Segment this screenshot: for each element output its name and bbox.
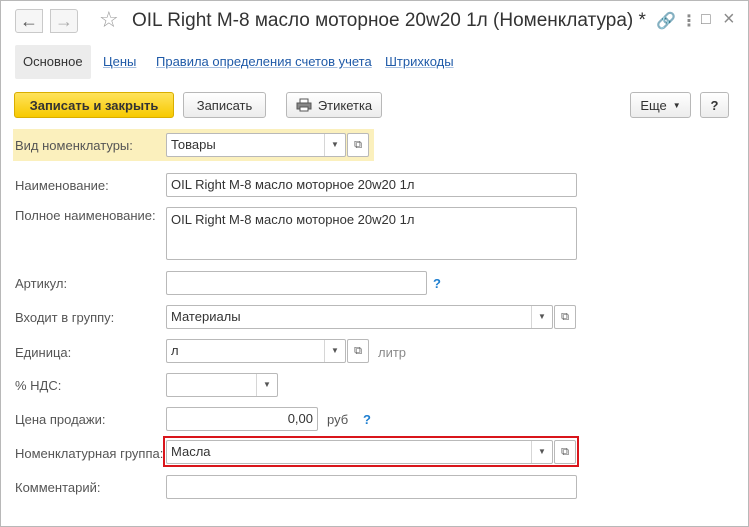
group-select[interactable]: Материалы ▼: [166, 305, 553, 329]
link-icon[interactable]: 🔗: [656, 11, 676, 31]
arrow-right-icon: →: [55, 10, 73, 31]
tab-prices[interactable]: Цены: [103, 45, 136, 79]
price-label: Цена продажи:: [15, 412, 106, 427]
nomen-group-select[interactable]: Масла ▼: [166, 440, 553, 464]
full-name-label: Полное наименование:: [15, 208, 156, 223]
unit-label: Единица:: [15, 345, 72, 360]
save-and-close-button[interactable]: Записать и закрыть: [14, 92, 174, 118]
tab-accounting-rules[interactable]: Правила определения счетов учета: [156, 45, 372, 79]
nomen-group-label: Номенклатурная группа:: [15, 446, 164, 461]
comment-label: Комментарий:: [15, 480, 101, 495]
dropdown-arrow-icon[interactable]: ▼: [324, 340, 345, 362]
maximize-icon[interactable]: □: [701, 11, 711, 29]
more-label: Еще: [640, 97, 667, 113]
open-icon[interactable]: ⧉: [347, 133, 369, 157]
unit-name-text: литр: [378, 345, 407, 360]
print-label-button[interactable]: Этикетка: [286, 92, 382, 118]
nomen-group-value: Масла: [171, 444, 211, 459]
full-name-textarea[interactable]: OIL Right М-8 масло моторное 20w20 1л: [166, 207, 577, 260]
open-icon[interactable]: ⧉: [347, 339, 369, 363]
vat-label: % НДС:: [15, 378, 62, 393]
name-input[interactable]: OIL Right М-8 масло моторное 20w20 1л: [166, 173, 577, 197]
open-icon[interactable]: ⧉: [554, 440, 576, 464]
tab-barcodes[interactable]: Штрихкоды: [385, 45, 454, 79]
article-label: Артикул:: [15, 276, 68, 291]
save-button[interactable]: Записать: [183, 92, 266, 118]
printer-icon: [296, 98, 312, 112]
unit-value: л: [171, 343, 179, 358]
page-title: OIL Right М-8 масло моторное 20w20 1л (Н…: [132, 10, 646, 31]
kind-value: Товары: [171, 137, 216, 152]
dropdown-arrow-icon[interactable]: ▼: [531, 441, 552, 463]
currency-text: руб: [327, 412, 349, 427]
comment-input[interactable]: [166, 475, 577, 499]
help-button[interactable]: ?: [700, 92, 729, 118]
arrow-left-icon: ←: [20, 10, 38, 31]
close-icon[interactable]: ×: [723, 8, 735, 31]
open-icon[interactable]: ⧉: [554, 305, 576, 329]
star-icon[interactable]: ☆: [99, 7, 119, 33]
tab-main[interactable]: Основное: [15, 45, 91, 79]
article-help-icon[interactable]: ?: [433, 276, 441, 291]
article-input[interactable]: [166, 271, 427, 295]
kind-label: Вид номенклатуры:: [15, 138, 133, 153]
form-window: ← → ☆ OIL Right М-8 масло моторное 20w20…: [0, 0, 749, 527]
name-label: Наименование:: [15, 178, 109, 193]
price-help-icon[interactable]: ?: [363, 412, 371, 427]
vat-select[interactable]: ▼: [166, 373, 278, 397]
back-button[interactable]: ←: [15, 9, 43, 33]
menu-icon[interactable]: ⋮: [681, 11, 697, 31]
group-label: Входит в группу:: [15, 310, 115, 325]
forward-button[interactable]: →: [50, 9, 78, 33]
dropdown-arrow-icon[interactable]: ▼: [256, 374, 277, 396]
group-value: Материалы: [171, 309, 241, 324]
chevron-down-icon: ▼: [672, 100, 681, 110]
kind-select[interactable]: Товары ▼: [166, 133, 346, 157]
print-label-text: Этикетка: [317, 97, 373, 113]
more-button[interactable]: Еще ▼: [630, 92, 691, 118]
price-input[interactable]: 0,00: [166, 407, 318, 431]
dropdown-arrow-icon[interactable]: ▼: [324, 134, 345, 156]
dropdown-arrow-icon[interactable]: ▼: [531, 306, 552, 328]
unit-select[interactable]: л ▼: [166, 339, 346, 363]
